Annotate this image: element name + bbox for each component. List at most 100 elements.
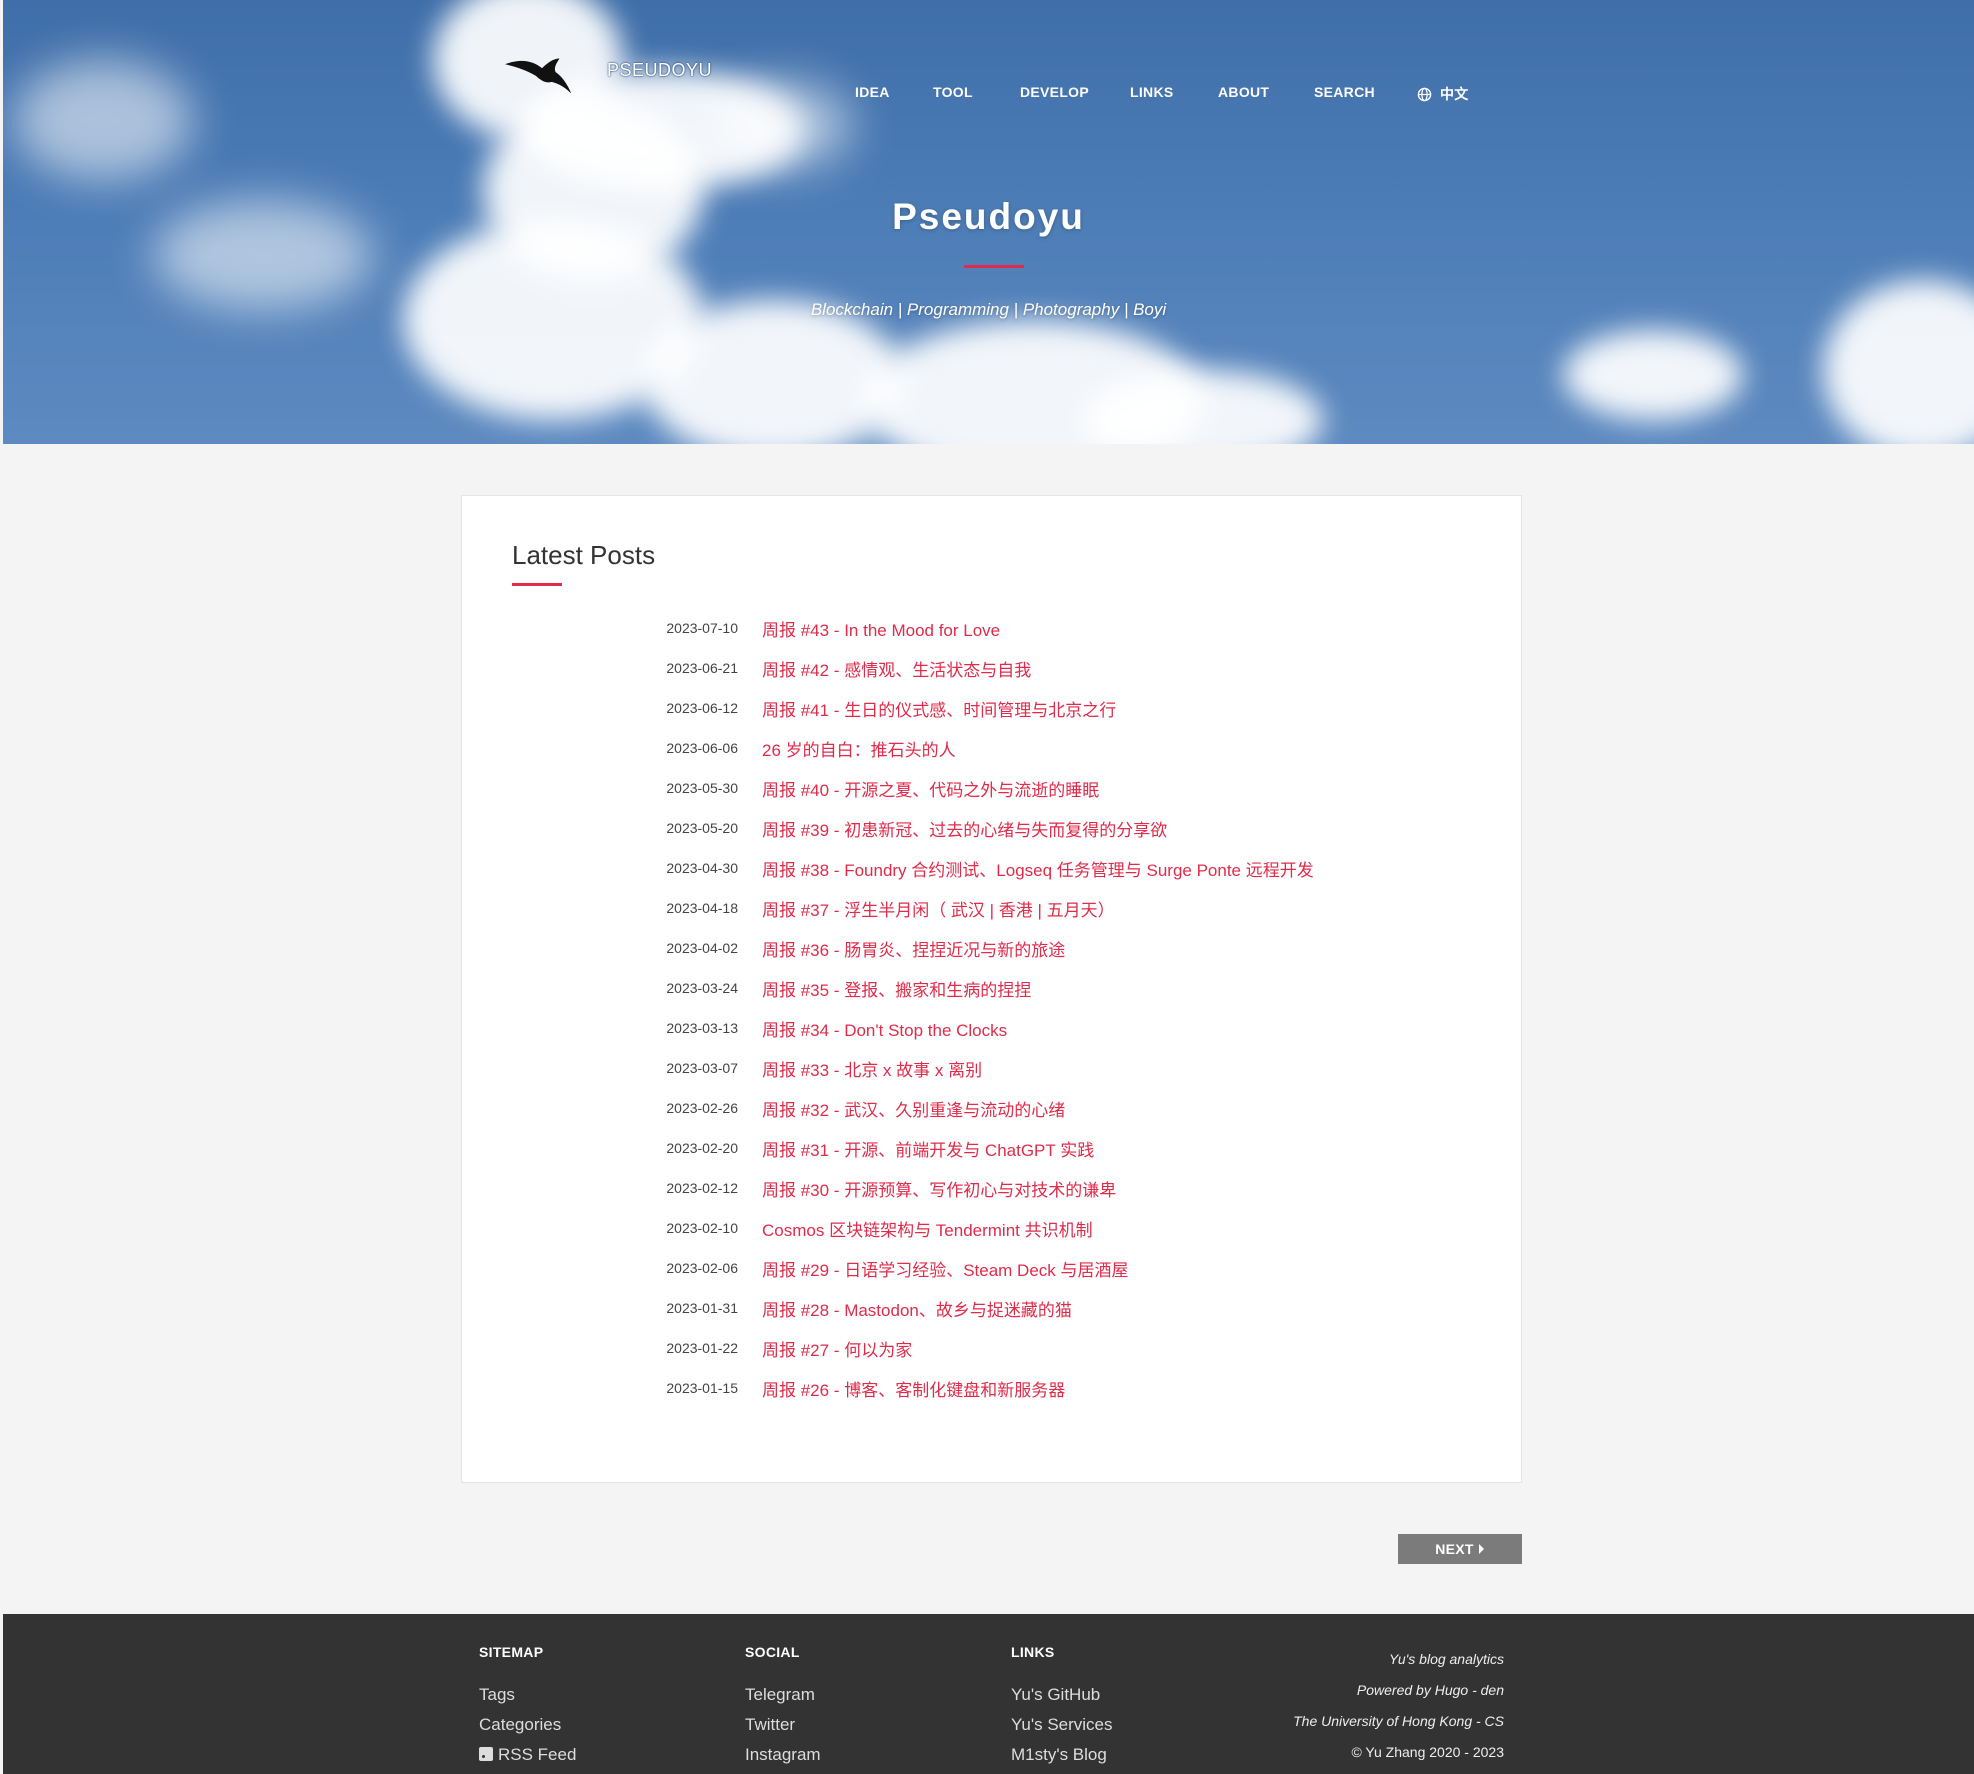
post-row: 2023-06-12 周报 #41 - 生日的仪式感、时间管理与北京之行: [462, 688, 1521, 728]
post-date: 2023-01-31: [666, 1300, 738, 1316]
footer-link-github[interactable]: Yu's GitHub: [1011, 1680, 1113, 1710]
post-title-link[interactable]: 周报 #30 - 开源预算、写作初心与对技术的谦卑: [762, 1176, 1116, 1201]
footer-links-heading: LINKS: [1011, 1644, 1055, 1660]
post-title-link[interactable]: 周报 #34 - Don't Stop the Clocks: [762, 1016, 1007, 1041]
post-row: 2023-01-15 周报 #26 - 博客、客制化键盘和新服务器: [462, 1368, 1521, 1408]
footer-copyright: © Yu Zhang 2020 - 2023: [1351, 1744, 1504, 1760]
footer-analytics-link[interactable]: Yu's blog analytics: [1293, 1644, 1504, 1675]
footer-link-instagram[interactable]: Instagram: [745, 1740, 821, 1770]
post-date: 2023-06-12: [666, 700, 738, 716]
cloud-decoration: [1563, 330, 1743, 420]
post-title-link[interactable]: 周报 #31 - 开源、前端开发与 ChatGPT 实践: [762, 1136, 1094, 1161]
post-date: 2023-03-24: [666, 980, 738, 996]
brand-name: PSEUDOYU: [607, 60, 713, 80]
footer-links: LINKS Yu's GitHub Yu's Services M1sty's …: [1011, 1644, 1113, 1770]
nav-item-idea[interactable]: IDEA: [855, 84, 890, 100]
next-page-button[interactable]: NEXT: [1398, 1534, 1522, 1564]
rss-label: RSS Feed: [498, 1745, 577, 1764]
post-row: 2023-04-30 周报 #38 - Foundry 合约测试、Logseq 任…: [462, 848, 1521, 888]
post-title-link[interactable]: 周报 #37 - 浮生半月闲（ 武汉 | 香港 | 五月天）: [762, 896, 1115, 921]
footer-university: The University of Hong Kong - CS: [1293, 1713, 1504, 1729]
post-row: 2023-04-02 周报 #36 - 肠胃炎、捏捏近况与新的旅途: [462, 928, 1521, 968]
post-title-link[interactable]: Cosmos 区块链架构与 Tendermint 共识机制: [762, 1216, 1093, 1241]
post-title-link[interactable]: 周报 #26 - 博客、客制化键盘和新服务器: [762, 1376, 1065, 1401]
post-title-link[interactable]: 26 岁的自白：推石头的人: [762, 736, 956, 761]
post-row: 2023-01-22 周报 #27 - 何以为家: [462, 1328, 1521, 1368]
footer-powered-by[interactable]: Powered by Hugo - den: [1293, 1675, 1504, 1706]
post-row: 2023-03-24 周报 #35 - 登报、搬家和生病的捏捏: [462, 968, 1521, 1008]
post-date: 2023-02-26: [666, 1100, 738, 1116]
cloud-decoration: [643, 300, 903, 444]
footer-sitemap: SITEMAP Tags Categories RSS Feed: [479, 1644, 576, 1770]
language-label: 中文: [1440, 86, 1469, 102]
site-footer: SITEMAP Tags Categories RSS Feed SOCIAL …: [3, 1614, 1974, 1774]
post-date: 2023-04-02: [666, 940, 738, 956]
rss-icon: [479, 1747, 493, 1761]
post-title-link[interactable]: 周报 #29 - 日语学习经验、Steam Deck 与居酒屋: [762, 1256, 1129, 1281]
caret-right-icon: [1478, 1544, 1484, 1554]
post-row: 2023-02-26 周报 #32 - 武汉、久别重逢与流动的心绪: [462, 1088, 1521, 1128]
hero-banner: PSEUDOYU IDEA TOOL DEVELOP LINKS ABOUT S…: [3, 0, 1974, 444]
post-title-link[interactable]: 周报 #38 - Foundry 合约测试、Logseq 任务管理与 Surge…: [762, 856, 1314, 881]
post-title-link[interactable]: 周报 #28 - Mastodon、故乡与捉迷藏的猫: [762, 1296, 1072, 1321]
post-date: 2023-05-20: [666, 820, 738, 836]
post-date: 2023-03-07: [666, 1060, 738, 1076]
post-title-link[interactable]: 周报 #43 - In the Mood for Love: [762, 616, 1000, 641]
post-date: 2023-02-20: [666, 1140, 738, 1156]
post-row: 2023-07-10 周报 #43 - In the Mood for Love: [462, 608, 1521, 648]
post-title-link[interactable]: 周报 #41 - 生日的仪式感、时间管理与北京之行: [762, 696, 1116, 721]
post-row: 2023-06-21 周报 #42 - 感情观、生活状态与自我: [462, 648, 1521, 688]
footer-social-heading: SOCIAL: [745, 1644, 800, 1660]
nav-item-tool[interactable]: TOOL: [933, 84, 973, 100]
post-date: 2023-06-06: [666, 740, 738, 756]
post-row: 2023-06-06 26 岁的自白：推石头的人: [462, 728, 1521, 768]
footer-link-tags[interactable]: Tags: [479, 1680, 576, 1710]
post-date: 2023-02-06: [666, 1260, 738, 1276]
nav-item-search[interactable]: SEARCH: [1314, 84, 1375, 100]
post-title-link[interactable]: 周报 #27 - 何以为家: [762, 1336, 912, 1361]
footer-link-rss[interactable]: RSS Feed: [479, 1740, 576, 1770]
footer-link-categories[interactable]: Categories: [479, 1710, 576, 1740]
post-date: 2023-06-21: [666, 660, 738, 676]
post-row: 2023-03-13 周报 #34 - Don't Stop the Clocks: [462, 1008, 1521, 1048]
post-title-link[interactable]: 周报 #36 - 肠胃炎、捏捏近况与新的旅途: [762, 936, 1065, 961]
post-date: 2023-03-13: [666, 1020, 738, 1036]
hero-subtitle: Blockchain | Programming | Photography |…: [810, 300, 1167, 319]
post-title-link[interactable]: 周报 #33 - 北京 x 故事 x 离别: [762, 1056, 982, 1081]
footer-sitemap-heading: SITEMAP: [479, 1644, 544, 1660]
latest-posts-card: Latest Posts 2023-07-10 周报 #43 - In the M…: [461, 495, 1522, 1483]
footer-link-twitter[interactable]: Twitter: [745, 1710, 821, 1740]
nav-item-develop[interactable]: DEVELOP: [1020, 84, 1089, 100]
post-date: 2023-05-30: [666, 780, 738, 796]
footer-link-m1sty-blog[interactable]: M1sty's Blog: [1011, 1740, 1113, 1770]
post-date: 2023-01-15: [666, 1380, 738, 1396]
post-title-link[interactable]: 周报 #40 - 开源之夏、代码之外与流逝的睡眠: [762, 776, 1099, 801]
footer-link-telegram[interactable]: Telegram: [745, 1680, 821, 1710]
globe-icon: [1417, 87, 1432, 101]
nav-item-language[interactable]: 中文: [1417, 84, 1469, 104]
footer-social: SOCIAL Telegram Twitter Instagram: [745, 1644, 821, 1770]
latest-posts-heading: Latest Posts: [512, 540, 656, 570]
post-row: 2023-02-10 Cosmos 区块链架构与 Tendermint 共识机制: [462, 1208, 1521, 1248]
post-date: 2023-02-12: [666, 1180, 738, 1196]
post-title-link[interactable]: 周报 #42 - 感情观、生活状态与自我: [762, 656, 1031, 681]
post-list: 2023-07-10 周报 #43 - In the Mood for Love …: [462, 608, 1521, 1408]
post-date: 2023-01-22: [666, 1340, 738, 1356]
post-title-link[interactable]: 周报 #35 - 登报、搬家和生病的捏捏: [762, 976, 1031, 1001]
hero-title-underline: [964, 265, 1024, 268]
hero-title: Pseudoyu: [892, 196, 1085, 237]
post-title-link[interactable]: 周报 #32 - 武汉、久别重逢与流动的心绪: [762, 1096, 1065, 1121]
heading-underline: [512, 583, 562, 586]
post-date: 2023-04-18: [666, 900, 738, 916]
nav-item-links[interactable]: LINKS: [1130, 84, 1174, 100]
post-row: 2023-01-31 周报 #28 - Mastodon、故乡与捉迷藏的猫: [462, 1288, 1521, 1328]
post-row: 2023-05-20 周报 #39 - 初患新冠、过去的心绪与失而复得的分享欲: [462, 808, 1521, 848]
post-row: 2023-02-12 周报 #30 - 开源预算、写作初心与对技术的谦卑: [462, 1168, 1521, 1208]
cloud-decoration: [13, 60, 193, 180]
post-row: 2023-03-07 周报 #33 - 北京 x 故事 x 离别: [462, 1048, 1521, 1088]
post-row: 2023-05-30 周报 #40 - 开源之夏、代码之外与流逝的睡眠: [462, 768, 1521, 808]
nav-item-about[interactable]: ABOUT: [1218, 84, 1269, 100]
footer-link-services[interactable]: Yu's Services: [1011, 1710, 1113, 1740]
post-date: 2023-04-30: [666, 860, 738, 876]
post-title-link[interactable]: 周报 #39 - 初患新冠、过去的心绪与失而复得的分享欲: [762, 816, 1167, 841]
